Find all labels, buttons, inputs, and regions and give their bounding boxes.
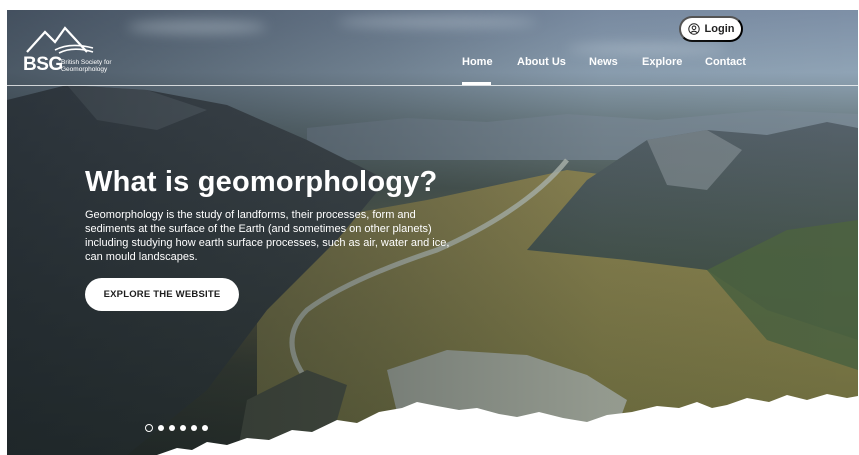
carousel-dot[interactable] — [158, 425, 164, 431]
mountain-logo-icon — [26, 26, 94, 54]
nav-item-about-us[interactable]: About Us — [517, 56, 566, 68]
user-circle-icon — [687, 23, 700, 35]
sky-cloud — [567, 44, 727, 54]
nav-item-news[interactable]: News — [589, 56, 618, 68]
sky-cloud — [127, 20, 267, 34]
carousel-dot[interactable] — [145, 424, 153, 432]
carousel-indicators — [145, 424, 208, 432]
explore-website-button[interactable]: EXPLORE THE WEBSITE — [85, 278, 239, 311]
carousel-dot[interactable] — [180, 425, 186, 431]
nav-item-explore[interactable]: Explore — [642, 56, 682, 68]
sky-cloud — [337, 16, 537, 28]
nav-item-home[interactable]: Home — [462, 56, 493, 68]
hero-description: Geomorphology is the study of landforms,… — [85, 209, 450, 263]
nav-item-contact[interactable]: Contact — [705, 56, 746, 68]
carousel-dot[interactable] — [169, 425, 175, 431]
hero-section: BSG British Society for Geomorphology Lo… — [7, 10, 858, 455]
login-button[interactable]: Login — [679, 16, 743, 42]
carousel-dot[interactable] — [202, 425, 208, 431]
nav-active-indicator — [462, 82, 491, 85]
header-divider — [7, 85, 858, 86]
login-label: Login — [704, 23, 735, 35]
main-nav: Home About Us News Explore Contact — [7, 56, 858, 78]
hero-title: What is geomorphology? — [85, 166, 438, 198]
carousel-dot[interactable] — [191, 425, 197, 431]
